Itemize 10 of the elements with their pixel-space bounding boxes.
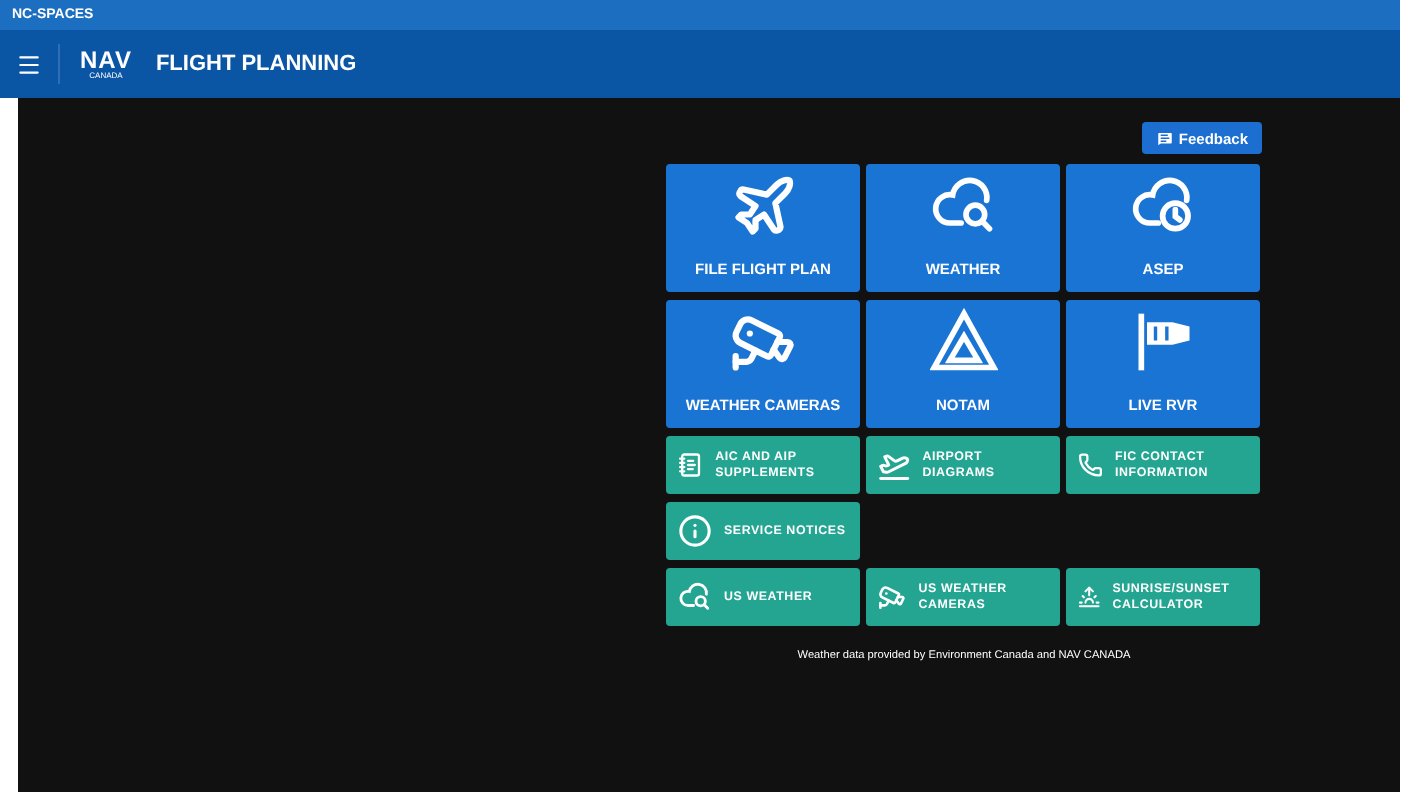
info-icon [678, 514, 712, 548]
phone-icon [1078, 448, 1103, 482]
notebook-icon [678, 448, 704, 482]
camera-icon [878, 580, 907, 614]
app-title: FLIGHT PLANNING [155, 52, 357, 76]
menu-icon [16, 51, 42, 77]
message-icon [1156, 129, 1175, 147]
plane-icon [729, 172, 797, 240]
warning-triangle-icon [929, 308, 997, 376]
cloud-search-icon [678, 580, 712, 614]
